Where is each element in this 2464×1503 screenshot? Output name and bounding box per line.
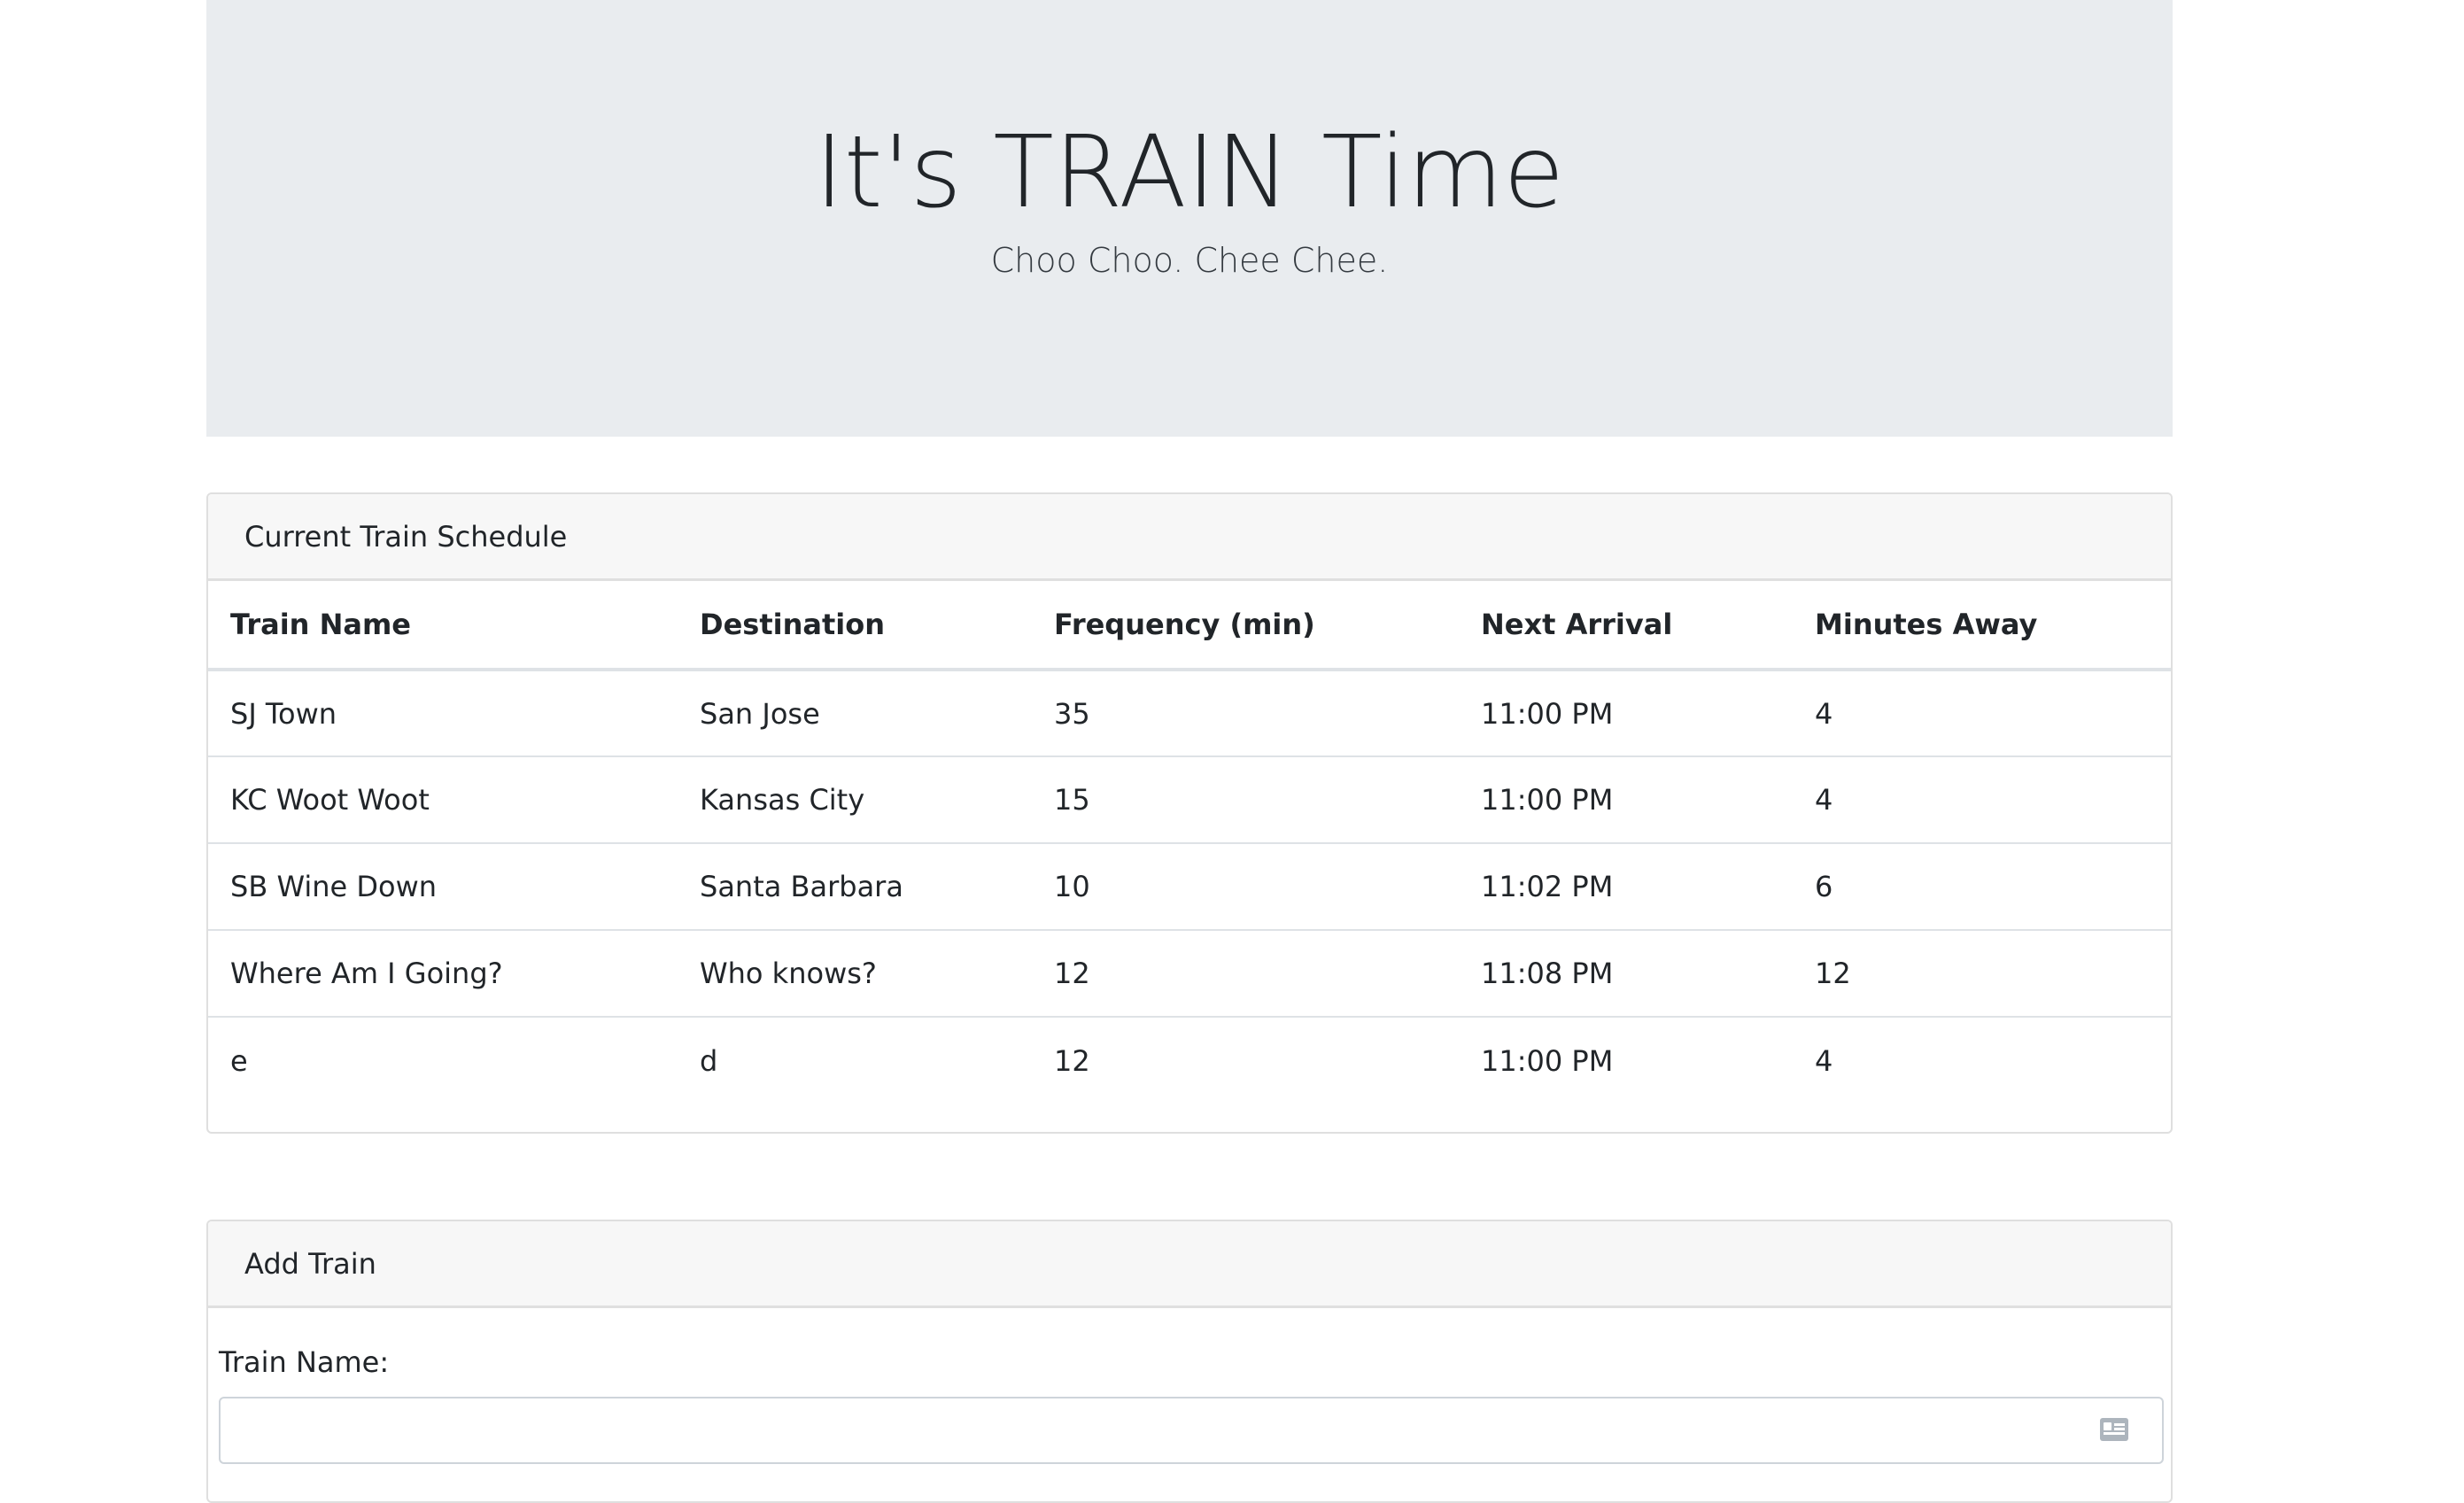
- cell-frequency: 12: [1054, 1043, 1090, 1078]
- cell-train-name: e: [230, 1043, 248, 1078]
- cell-minutes-away: 4: [1793, 756, 2171, 844]
- cell-destination: Kansas City: [678, 756, 1032, 844]
- cell-frequency: 12: [1032, 930, 1459, 1018]
- table-row: e d 12 11:00 PM 4: [208, 1017, 2171, 1104]
- cell-train-name: SJ Town: [208, 670, 678, 757]
- train-name-input-wrapper: [219, 1397, 2164, 1464]
- cell-destination: d: [700, 1043, 718, 1078]
- page-subtitle: Choo Choo. Chee Chee.: [990, 241, 1389, 281]
- table-row: SJ Town San Jose 35 11:00 PM 4: [208, 670, 2171, 757]
- column-header-frequency: Frequency (min): [1032, 581, 1459, 671]
- cell-train-name: Where Am I Going?: [208, 930, 678, 1018]
- cell-next-arrival: 11:00 PM: [1459, 756, 1793, 844]
- cell-frequency: 35: [1032, 670, 1459, 757]
- table-row: KC Woot Woot Kansas City 15 11:00 PM 4: [208, 756, 2171, 844]
- cell-next-arrival: 11:08 PM: [1459, 930, 1793, 1018]
- jumbotron: It's TRAIN Time Choo Choo. Chee Chee.: [206, 0, 2173, 437]
- cell-minutes-away: 4: [1793, 670, 2171, 757]
- schedule-card-header: Current Train Schedule: [208, 494, 2171, 581]
- cell-frequency: 10: [1032, 843, 1459, 931]
- column-header-train-name: Train Name: [208, 581, 678, 671]
- train-name-label: Train Name:: [219, 1345, 390, 1379]
- cell-destination: San Jose: [678, 670, 1032, 757]
- column-header-minutes-away: Minutes Away: [1793, 581, 2171, 671]
- cell-train-name: KC Woot Woot: [208, 756, 678, 844]
- cell-minutes-away: 6: [1793, 843, 2171, 931]
- cell-minutes-away: 4: [1815, 1043, 1833, 1078]
- column-header-next-arrival: Next Arrival: [1459, 581, 1793, 671]
- page-title: It's TRAIN Time: [814, 115, 1565, 230]
- table-row: SB Wine Down Santa Barbara 10 11:02 PM 6: [208, 843, 2171, 931]
- table-row: Where Am I Going? Who knows? 12 11:08 PM…: [208, 930, 2171, 1018]
- column-header-destination: Destination: [678, 581, 1032, 671]
- cell-destination: Who knows?: [678, 930, 1032, 1018]
- cell-next-arrival: 11:00 PM: [1481, 1043, 1614, 1078]
- schedule-table: Train Name Destination Frequency (min) N…: [208, 581, 2171, 1104]
- contact-card-icon[interactable]: [2100, 1418, 2128, 1441]
- main-container: It's TRAIN Time Choo Choo. Chee Chee. Cu…: [206, 0, 2173, 1503]
- table-header-row: Train Name Destination Frequency (min) N…: [208, 581, 2171, 671]
- add-train-card-header: Add Train: [208, 1221, 2171, 1308]
- cell-train-name: SB Wine Down: [208, 843, 678, 931]
- cell-frequency: 15: [1032, 756, 1459, 844]
- add-train-form: Train Name:: [208, 1308, 2171, 1464]
- add-train-card: Add Train Train Name:: [206, 1220, 2173, 1503]
- cell-next-arrival: 11:00 PM: [1459, 670, 1793, 757]
- cell-minutes-away: 12: [1793, 930, 2171, 1018]
- train-name-input[interactable]: [219, 1397, 2164, 1464]
- cell-next-arrival: 11:02 PM: [1459, 843, 1793, 931]
- cell-destination: Santa Barbara: [678, 843, 1032, 931]
- schedule-card: Current Train Schedule Train Name Destin…: [206, 492, 2173, 1134]
